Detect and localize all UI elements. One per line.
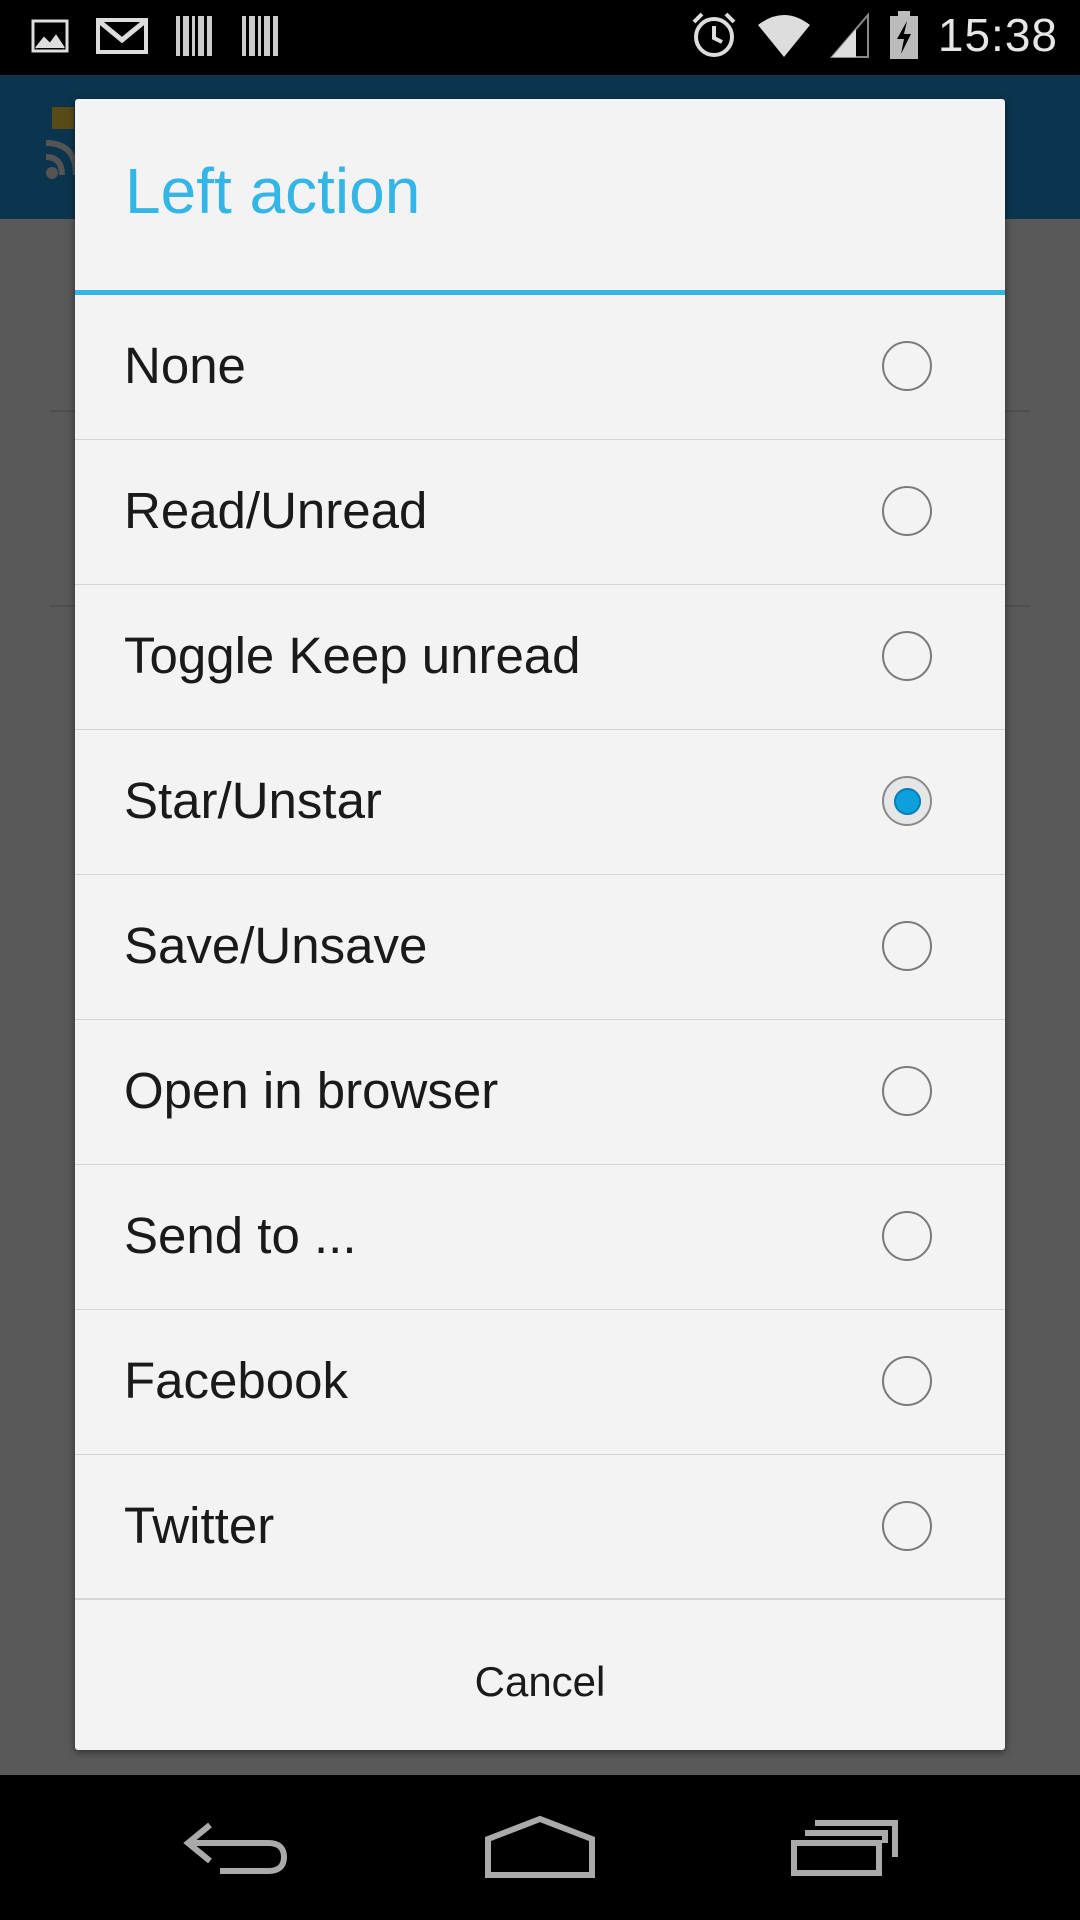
- radio-button[interactable]: [882, 1066, 932, 1116]
- option-none[interactable]: None: [75, 295, 1005, 440]
- left-action-dialog: Left action None Read/Unread Toggle Keep…: [75, 99, 1005, 1750]
- navigation-bar: [0, 1775, 1080, 1920]
- option-toggle-keep-unread[interactable]: Toggle Keep unread: [75, 585, 1005, 730]
- clock: 15:38: [937, 9, 1058, 61]
- option-open-in-browser[interactable]: Open in browser: [75, 1020, 1005, 1165]
- notification-icons: [30, 14, 280, 58]
- radio-button[interactable]: [882, 341, 932, 391]
- option-label: Star/Unstar: [124, 772, 382, 829]
- option-label: Save/Unsave: [124, 917, 428, 974]
- gmail-icon: [96, 18, 148, 54]
- cancel-button[interactable]: Cancel: [75, 1613, 1005, 1750]
- system-icons: 15:38: [690, 8, 1058, 62]
- home-icon[interactable]: [480, 1813, 600, 1883]
- barcode-icon: [242, 16, 278, 56]
- option-read-unread[interactable]: Read/Unread: [75, 440, 1005, 585]
- option-label: Twitter: [124, 1497, 275, 1554]
- gallery-icon: [31, 19, 69, 53]
- wifi-icon: [757, 15, 810, 57]
- battery-charging-icon: [889, 11, 918, 59]
- barcode-icon: [176, 16, 212, 56]
- recents-icon[interactable]: [785, 1813, 905, 1883]
- dialog-title: Left action: [125, 155, 421, 227]
- option-label: Toggle Keep unread: [124, 627, 581, 684]
- option-twitter[interactable]: Twitter: [75, 1455, 1005, 1600]
- option-save-unsave[interactable]: Save/Unsave: [75, 875, 1005, 1020]
- radio-button[interactable]: [882, 1501, 932, 1551]
- radio-button[interactable]: [882, 631, 932, 681]
- signal-icon: [829, 12, 869, 58]
- status-bar: 15:38: [0, 0, 1080, 75]
- radio-button[interactable]: [882, 1356, 932, 1406]
- option-star-unstar[interactable]: Star/Unstar: [75, 730, 1005, 875]
- option-label: Read/Unread: [124, 482, 428, 539]
- option-facebook[interactable]: Facebook: [75, 1310, 1005, 1455]
- option-label: Facebook: [124, 1352, 348, 1409]
- radio-button[interactable]: [882, 1211, 932, 1261]
- option-label: Open in browser: [124, 1062, 499, 1119]
- radio-button[interactable]: [882, 486, 932, 536]
- option-label: Send to ...: [124, 1207, 357, 1264]
- option-send-to[interactable]: Send to ...: [75, 1165, 1005, 1310]
- option-label: None: [124, 337, 246, 394]
- radio-button-selected[interactable]: [882, 776, 932, 826]
- radio-button[interactable]: [882, 921, 932, 971]
- back-icon[interactable]: [180, 1813, 300, 1883]
- options-list: None Read/Unread Toggle Keep unread Star…: [75, 295, 1005, 1600]
- alarm-icon: [692, 12, 736, 57]
